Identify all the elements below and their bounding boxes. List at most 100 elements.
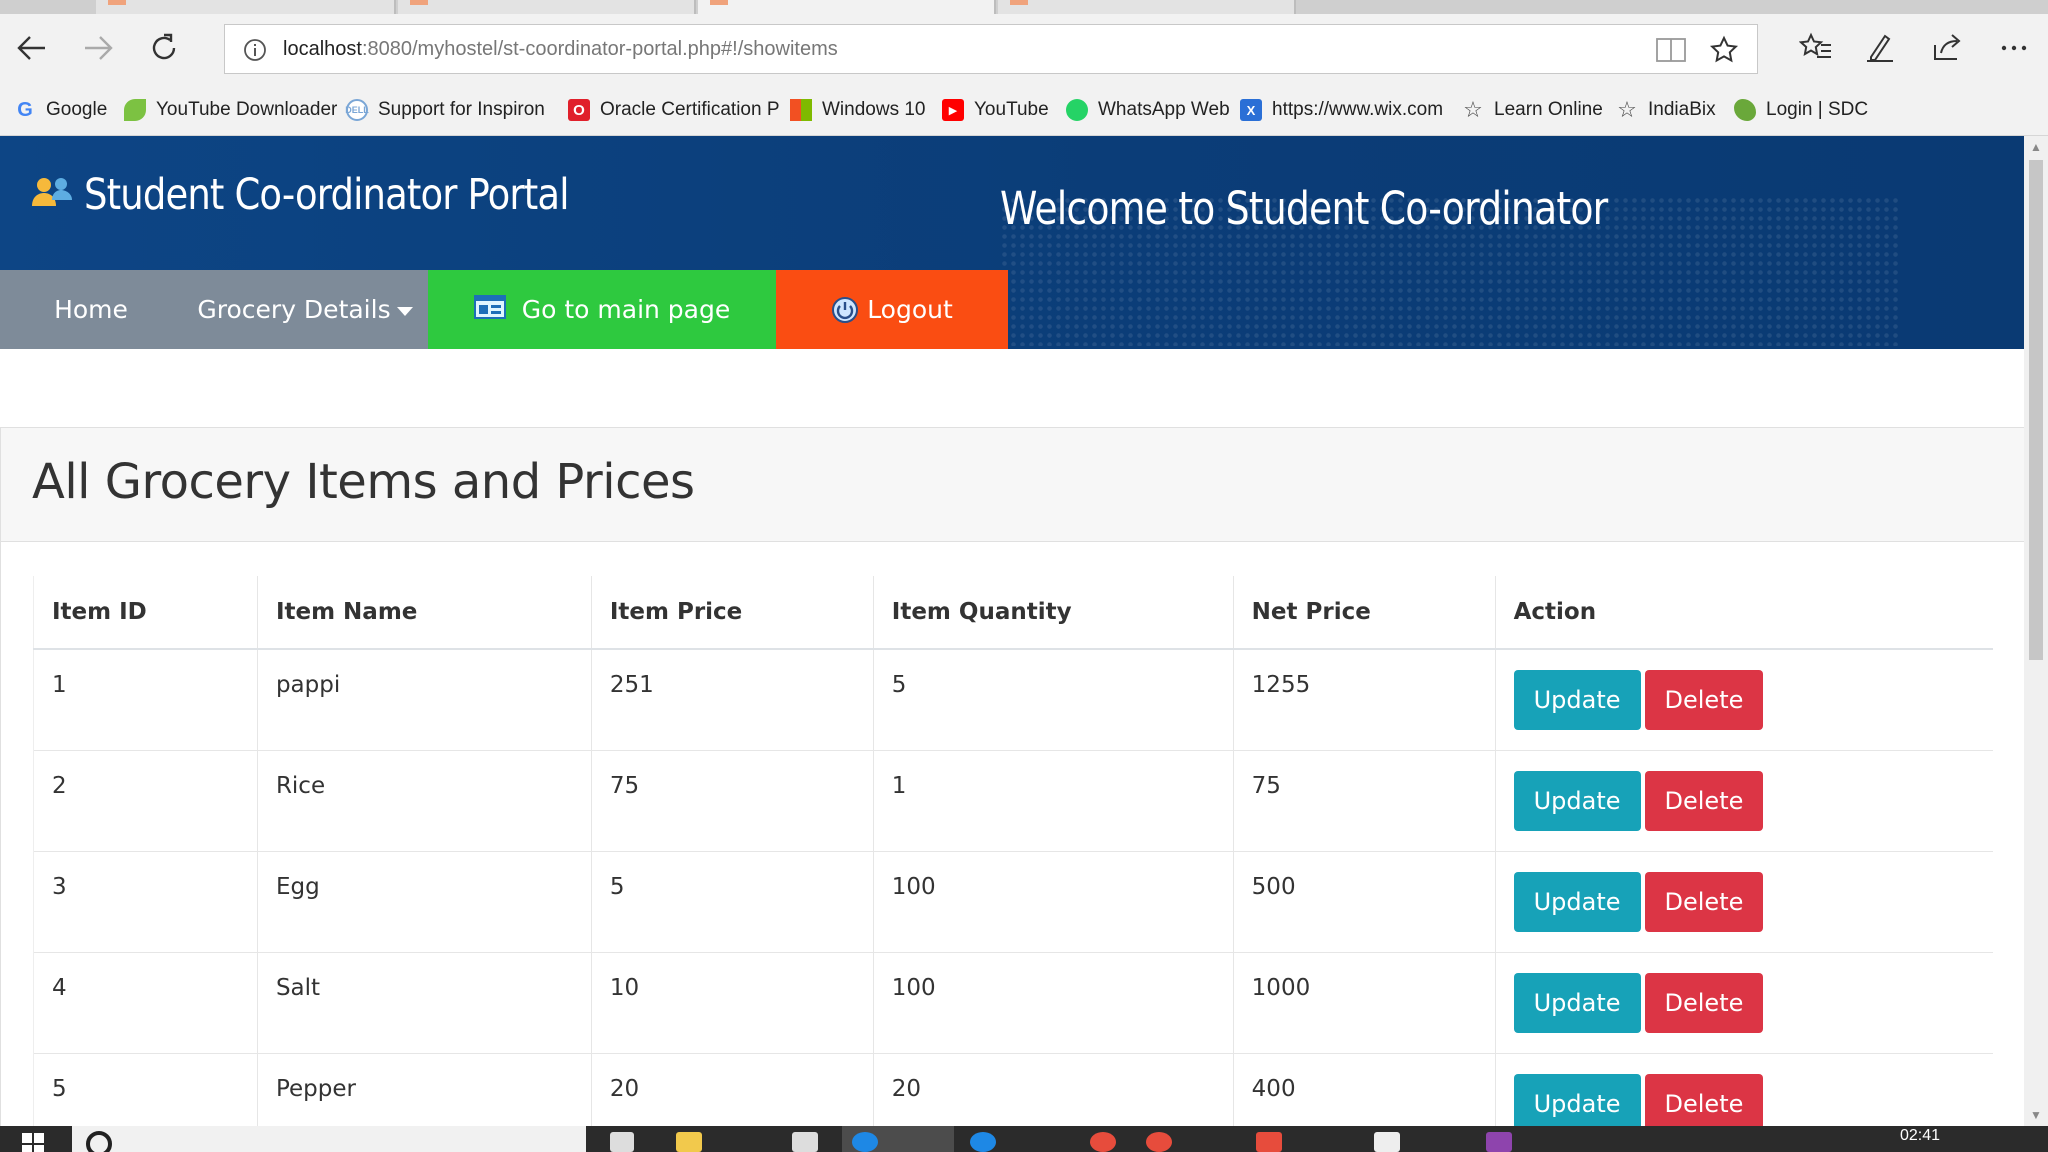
- bookmark-indiabix[interactable]: ☆ IndiaBix: [1616, 97, 1715, 122]
- bookmark-login-sdc[interactable]: Login | SDC: [1734, 98, 1868, 122]
- table-header-row: Item ID Item Name Item Price Item Quanti…: [33, 576, 1993, 650]
- google-icon: G: [17, 98, 33, 121]
- ellipsis-icon: [2001, 45, 2027, 51]
- cell-item-name: pappi: [256, 648, 592, 750]
- taskbar-clock[interactable]: 02:41: [1900, 1127, 1940, 1145]
- app-icon-purple[interactable]: [1486, 1132, 1512, 1152]
- cell-item-quantity: 100: [872, 850, 1234, 952]
- app-icon-pdf[interactable]: [1256, 1132, 1282, 1152]
- cell-item-id: 3: [33, 850, 258, 952]
- welcome-heading: Welcome to Student Co-ordinator: [1000, 182, 1608, 235]
- nav-home[interactable]: Home: [0, 270, 182, 349]
- edge-icon-secondary[interactable]: [970, 1132, 996, 1152]
- sdc-icon: [1734, 99, 1756, 121]
- url-text[interactable]: localhost:8080/myhostel/st-coordinator-p…: [283, 38, 838, 61]
- go-to-main-page-button[interactable]: Go to main page: [428, 270, 776, 349]
- windows-start-icon[interactable]: [22, 1133, 44, 1152]
- back-arrow-icon: [17, 36, 45, 60]
- cell-item-id: 4: [33, 951, 258, 1053]
- table-row: 4 Salt 10 100 1000 Update Delete: [33, 951, 1993, 1053]
- favorites-hub-button[interactable]: [1794, 26, 1838, 70]
- cell-action: Update Delete: [1494, 648, 1993, 750]
- browser-tab-active[interactable]: [698, 0, 996, 14]
- address-bar[interactable]: localhost:8080/myhostel/st-coordinator-p…: [224, 24, 1758, 74]
- nav-grocery-details-dropdown[interactable]: Grocery Details: [182, 270, 428, 349]
- table-row: 5 Pepper 20 20 400 Update Delete: [33, 1052, 1993, 1126]
- favorites-list-icon: [1799, 32, 1831, 58]
- column-header-item-price: Item Price: [590, 576, 874, 650]
- web-note-button[interactable]: [1858, 26, 1902, 70]
- bookmark-wix[interactable]: Xhttps://www.wix.com: [1240, 98, 1443, 122]
- scrollbar-thumb[interactable]: [2029, 160, 2043, 660]
- delete-button[interactable]: Delete: [1644, 1073, 1764, 1126]
- cell-action: Update Delete: [1494, 850, 1993, 952]
- update-button[interactable]: Update: [1513, 770, 1641, 831]
- table-row: 3 Egg 5 100 500 Update Delete: [33, 850, 1993, 952]
- window-icon: [473, 294, 506, 319]
- bookmark-support-inspiron[interactable]: DELL Support for Inspiron: [345, 98, 545, 122]
- site-info-icon[interactable]: [243, 38, 267, 67]
- cell-action: Update Delete: [1494, 951, 1993, 1053]
- cell-item-id: 1: [33, 648, 258, 750]
- cell-net-price: 500: [1232, 850, 1496, 952]
- dell-icon: DELL: [345, 99, 369, 121]
- browser-tab[interactable]: [998, 0, 1296, 14]
- page-title: All Grocery Items and Prices: [32, 454, 695, 510]
- bookmark-youtube-downloader[interactable]: YouTube Downloader: [124, 98, 337, 122]
- more-menu-button[interactable]: [1992, 26, 2036, 70]
- windows-taskbar: 02:41: [0, 1126, 2048, 1152]
- app-icon-red-2[interactable]: [1146, 1132, 1172, 1152]
- delete-button[interactable]: Delete: [1644, 871, 1764, 932]
- whatsapp-icon: [1066, 99, 1088, 121]
- delete-button[interactable]: Delete: [1644, 972, 1764, 1033]
- task-view-icon[interactable]: [610, 1132, 634, 1152]
- cell-item-quantity: 1: [872, 749, 1234, 851]
- bookmark-whatsapp[interactable]: WhatsApp Web: [1066, 98, 1230, 122]
- refresh-button[interactable]: [142, 26, 186, 70]
- store-icon[interactable]: [792, 1132, 818, 1152]
- pen-icon: [1867, 34, 1893, 62]
- browser-tab[interactable]: [96, 0, 396, 14]
- forward-arrow-icon: [85, 36, 113, 60]
- refresh-icon: [152, 33, 176, 60]
- logout-button[interactable]: Logout: [776, 270, 1008, 349]
- scroll-up-arrow-icon[interactable]: ▲: [2030, 140, 2042, 154]
- reading-view-icon[interactable]: [1655, 36, 1687, 69]
- cell-item-id: 2: [33, 749, 258, 851]
- page-scrollbar[interactable]: ▲ ▼: [2024, 136, 2048, 1126]
- cell-action: Update Delete: [1494, 749, 1993, 851]
- back-button[interactable]: [10, 26, 54, 70]
- scroll-down-arrow-icon[interactable]: ▼: [2030, 1108, 2042, 1122]
- taskbar-search-box[interactable]: [72, 1126, 586, 1152]
- browser-tab[interactable]: [398, 0, 696, 14]
- favorite-star-icon[interactable]: [1709, 35, 1739, 70]
- cell-item-quantity: 20: [872, 1052, 1234, 1126]
- bookmark-windows10[interactable]: Windows 10: [790, 98, 926, 122]
- edge-icon[interactable]: [852, 1132, 878, 1152]
- bookmark-oracle[interactable]: O Oracle Certification P: [568, 98, 780, 122]
- bookmarks-bar: G Google YouTube Downloader DELL Support f…: [0, 84, 2048, 136]
- delete-button[interactable]: Delete: [1644, 670, 1764, 730]
- delete-button[interactable]: Delete: [1644, 770, 1764, 831]
- star-outline-icon: ☆: [1463, 97, 1483, 122]
- update-button[interactable]: Update: [1513, 670, 1641, 730]
- bookmark-learn-online[interactable]: ☆ Learn Online: [1462, 97, 1603, 122]
- cell-item-name: Pepper: [256, 1052, 592, 1126]
- cell-item-quantity: 100: [872, 951, 1234, 1053]
- update-button[interactable]: Update: [1513, 972, 1641, 1033]
- cell-item-quantity: 5: [872, 648, 1234, 750]
- update-button[interactable]: Update: [1513, 871, 1641, 932]
- update-button[interactable]: Update: [1513, 1073, 1641, 1126]
- cell-item-price: 75: [590, 749, 874, 851]
- forward-button[interactable]: [76, 26, 120, 70]
- share-button[interactable]: [1926, 26, 1970, 70]
- star-outline-icon: ☆: [1617, 97, 1637, 122]
- bookmark-youtube[interactable]: ▶ YouTube: [942, 98, 1049, 122]
- bookmark-google[interactable]: G Google: [14, 98, 107, 122]
- app-icon-red[interactable]: [1090, 1132, 1116, 1152]
- cell-item-name: Rice: [256, 749, 592, 851]
- cell-item-price: 10: [590, 951, 874, 1053]
- search-icon: [86, 1131, 112, 1152]
- file-explorer-icon[interactable]: [676, 1132, 702, 1152]
- app-icon-window[interactable]: [1374, 1132, 1400, 1152]
